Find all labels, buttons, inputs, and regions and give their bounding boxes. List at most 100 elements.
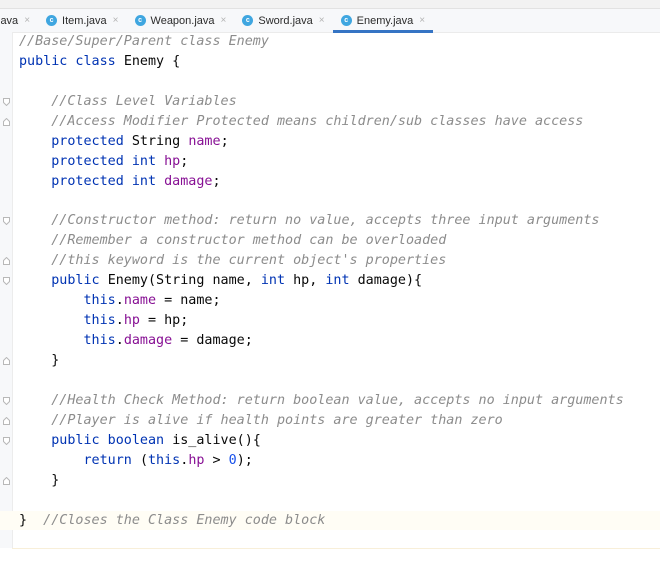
fold-collapse-icon[interactable] [3,436,10,445]
code-line[interactable]: //Health Check Method: return boolean va… [0,391,660,411]
code-text: String [131,133,189,149]
code-comment: //Access Modifier Protected means childr… [19,113,584,129]
fold-collapse-icon[interactable] [3,97,10,106]
code-keyword: public [19,273,108,289]
code-field: hp [123,313,140,329]
code-text: } [19,512,36,528]
tab-enemy-java[interactable]: c Enemy.java × [332,9,434,33]
tab-label: java [0,14,19,27]
code-line[interactable] [0,192,660,212]
code-field: hp [188,452,205,468]
close-tab-icon[interactable]: × [24,15,30,26]
code-line[interactable]: protected String name; [0,132,660,152]
tab-sword-java[interactable]: c Sword.java × [234,9,332,32]
code-number: 0 [228,452,237,468]
code-line[interactable]: //Player is alive if health points are g… [0,411,660,431]
code-field: name [188,133,221,149]
code-line[interactable]: } [0,351,660,371]
code-line[interactable]: } //Closes the Class Enemy code block [0,510,660,531]
code-line[interactable]: public Enemy(String name, int hp, int da… [0,271,660,291]
code-line[interactable]: } [0,471,660,491]
tab-weapon-java[interactable]: c Weapon.java × [127,9,235,32]
fold-collapse-icon[interactable] [3,277,10,286]
tab-java[interactable]: java × [0,9,38,32]
java-class-icon: c [134,15,146,26]
code-line[interactable]: public boolean is_alive(){ [0,431,660,451]
fold-end-icon[interactable] [3,476,10,485]
close-tab-icon[interactable]: × [419,15,425,26]
code-field: name [123,293,157,309]
code-text: . [115,333,124,349]
code-field: hp [164,153,181,169]
code-line[interactable] [0,371,660,391]
fold-end-icon[interactable] [3,416,10,425]
code-keyword: public boolean [19,432,173,448]
code-line[interactable]: protected int damage; [0,172,660,192]
code-line[interactable]: this.hp = hp; [0,311,660,331]
code-line[interactable]: this.damage = damage; [0,331,660,351]
code-line[interactable]: this.name = name; [0,291,660,311]
code-line[interactable] [0,491,660,511]
code-line[interactable]: //Base/Super/Parent class Enemy [0,32,660,52]
code-line[interactable] [0,72,660,92]
code-line[interactable]: public class Enemy { [0,52,660,72]
code-area[interactable]: //Base/Super/Parent class Enemy public cl… [0,32,660,531]
editor-tab-bar: java × c Item.java × c Weapon.java × c Sword.java… [0,8,660,33]
code-field: damage [123,333,173,349]
code-line[interactable]: //Remember a constructor method can be o… [0,231,660,251]
code-text: ); [236,452,253,468]
fold-collapse-icon[interactable] [3,396,10,405]
tab-item-java[interactable]: c Item.java × [38,9,126,32]
fold-end-icon[interactable] [3,357,10,365]
code-comment: //Constructor method: return no value, a… [19,213,600,229]
code-keyword: this [19,333,116,349]
code-text: . [115,293,124,309]
close-tab-icon[interactable]: × [113,15,119,26]
fold-end-icon[interactable] [3,117,10,126]
tab-label: Weapon.java [150,14,215,27]
code-text: hp, [293,273,326,289]
code-text: ( [139,452,148,468]
code-text: is_alive(){ [172,432,261,448]
code-keyword: protected int [19,173,165,189]
java-class-icon: c [46,15,58,26]
code-comment: //Class Level Variables [19,93,237,109]
code-comment: //Remember a constructor method can be o… [19,233,447,249]
code-line[interactable]: //Class Level Variables [0,92,660,112]
code-line[interactable]: protected int hp; [0,152,660,172]
code-keyword: this [19,293,116,309]
java-class-icon: c [340,15,352,26]
code-text: = damage; [172,333,253,349]
code-line[interactable]: //this keyword is the current object's p… [0,251,660,271]
code-text: = name; [156,293,221,309]
code-text: = hp; [139,313,189,329]
code-editor[interactable]: //Base/Super/Parent class Enemy public cl… [0,32,660,576]
code-text: > [204,452,229,468]
code-line[interactable]: //Access Modifier Protected means childr… [0,112,660,132]
code-text: . [115,313,124,329]
code-comment: //Player is alive if health points are g… [19,412,503,428]
code-text: Enemy(String name, [107,273,261,289]
tab-label: Item.java [62,14,107,27]
fold-collapse-icon[interactable] [3,217,10,226]
code-text: } [19,353,60,368]
code-line[interactable]: return (this.hp > 0); [0,451,660,471]
close-tab-icon[interactable]: × [319,15,325,26]
code-line[interactable]: //Constructor method: return no value, a… [0,211,660,231]
code-comment: //this keyword is the current object's p… [19,253,447,269]
tab-label: Enemy.java [356,14,414,27]
java-class-icon: c [242,15,254,26]
end-of-file-divider [12,548,660,549]
code-keyword: protected int [19,153,165,169]
code-keyword: this [148,452,181,468]
code-keyword: this [19,313,116,329]
code-text: } [19,472,60,488]
code-comment: //Health Check Method: return boolean va… [19,392,624,408]
code-keyword: public class [19,53,124,69]
fold-end-icon[interactable] [3,257,10,266]
code-field: damage [164,173,213,189]
close-tab-icon[interactable]: × [221,15,227,26]
code-comment: //Base/Super/Parent class Enemy [19,34,269,49]
code-text: ; [180,153,189,169]
code-keyword: protected [19,133,132,149]
